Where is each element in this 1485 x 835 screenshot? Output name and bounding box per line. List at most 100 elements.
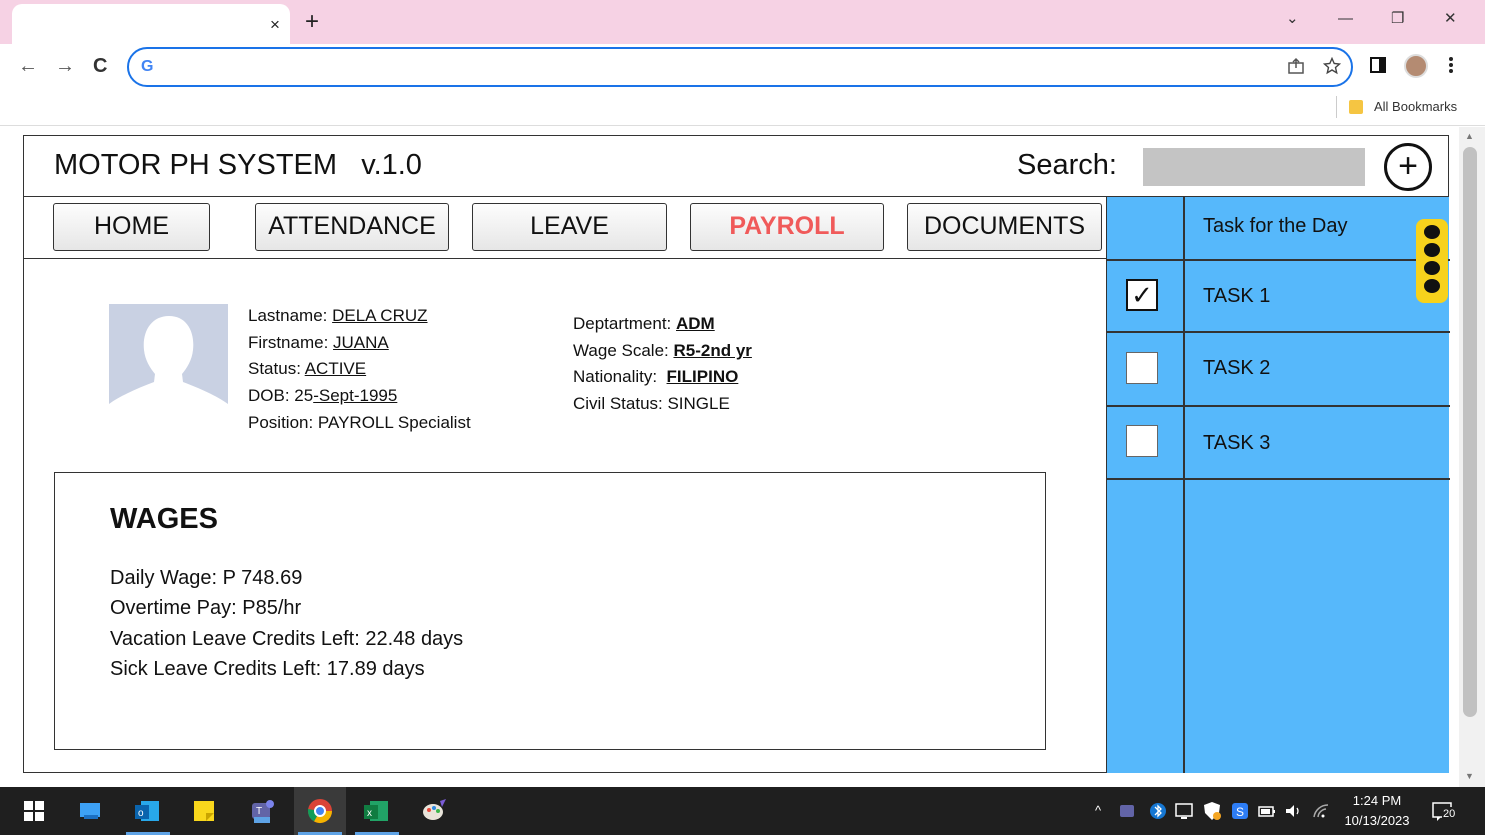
- status-value: ACTIVE: [304, 359, 367, 379]
- battery-icon[interactable]: [1257, 801, 1277, 821]
- task-3-checkbox[interactable]: [1126, 425, 1158, 457]
- clock-date: 10/13/2023: [1344, 813, 1410, 828]
- nav-documents-button[interactable]: DOCUMENTS: [907, 203, 1102, 251]
- browser-tab-strip: × + ⌄ — ❐ ✕: [0, 0, 1485, 44]
- app-header: MOTOR PH SYSTEM v.1.0 Search: +: [23, 135, 1449, 197]
- nav-attendance-button[interactable]: ATTENDANCE: [255, 203, 449, 251]
- task-menu-icon[interactable]: [1416, 219, 1448, 303]
- file-explorer-icon[interactable]: [76, 797, 104, 825]
- scroll-up-icon[interactable]: ▲: [1465, 131, 1474, 141]
- employment-info: Deptartment: ADM Wage Scale: R5-2nd yr N…: [573, 311, 752, 418]
- task-row-divider: [1107, 405, 1450, 407]
- show-hidden-icons[interactable]: ^: [1095, 803, 1101, 818]
- dob-label: DOB: 25: [248, 386, 314, 406]
- tab-search-icon[interactable]: ⌄: [1286, 8, 1299, 30]
- reload-button[interactable]: C: [93, 54, 107, 78]
- page-scrollbar[interactable]: ▲ ▼: [1459, 127, 1485, 787]
- dob-value: -Sept-1995: [313, 386, 398, 406]
- bookmarks-bar: All Bookmarks: [0, 90, 1485, 126]
- svg-text:T: T: [256, 806, 262, 817]
- position-text: Position: PAYROLL Specialist: [248, 412, 471, 432]
- volume-icon[interactable]: [1283, 801, 1303, 821]
- task-panel: Task for the Day ✓ TASK 1 TASK 2 TASK 3: [1106, 197, 1450, 773]
- svg-text:o: o: [138, 808, 144, 819]
- security-shield-icon[interactable]: [1202, 801, 1222, 821]
- paint-icon[interactable]: [420, 797, 448, 825]
- task-row-divider: [1107, 478, 1450, 480]
- scroll-down-icon[interactable]: ▼: [1465, 771, 1474, 781]
- nav-home-button[interactable]: HOME: [53, 203, 210, 251]
- task-3-label: TASK 3: [1203, 432, 1271, 454]
- daily-wage: Daily Wage: P 748.69: [110, 567, 303, 589]
- department-label: Deptartment:: [573, 314, 676, 333]
- svg-text:x: x: [367, 808, 372, 819]
- department-value: ADM: [676, 314, 715, 333]
- side-panel-icon[interactable]: [1370, 56, 1386, 78]
- windows-taskbar: o T x ^ S 1:24 PM 10/13/2023 20: [0, 787, 1485, 835]
- task-column-divider: [1183, 197, 1185, 773]
- minimize-button[interactable]: —: [1338, 8, 1353, 30]
- search-input[interactable]: [1143, 148, 1365, 186]
- civil-status-text: Civil Status: SINGLE: [573, 394, 730, 414]
- chrome-icon[interactable]: [306, 797, 334, 825]
- task-1-label: TASK 1: [1203, 285, 1271, 307]
- task-2-checkbox[interactable]: [1126, 352, 1158, 384]
- browser-tab[interactable]: ×: [12, 4, 290, 44]
- outlook-icon[interactable]: o: [133, 797, 161, 825]
- sick-leave-credits: Sick Leave Credits Left: 17.89 days: [110, 658, 425, 680]
- task-2-label: TASK 2: [1203, 357, 1271, 379]
- nav-payroll-button[interactable]: PAYROLL: [690, 203, 884, 251]
- address-bar[interactable]: G: [127, 47, 1353, 87]
- scroll-thumb[interactable]: [1463, 147, 1477, 717]
- new-tab-button[interactable]: +: [305, 8, 319, 36]
- task-row-divider: [1107, 331, 1450, 333]
- task-1-checkbox[interactable]: ✓: [1126, 279, 1158, 311]
- app-title: MOTOR PH SYSTEM v.1.0: [54, 149, 422, 181]
- employee-photo: [109, 304, 228, 414]
- nationality-value: FILIPINO: [666, 367, 739, 387]
- sync-tray-icon[interactable]: S: [1230, 801, 1250, 821]
- google-icon: G: [141, 58, 154, 75]
- wages-card: WAGES Daily Wage: P 748.69 Overtime Pay:…: [54, 472, 1046, 750]
- menu-kebab-icon[interactable]: [1448, 56, 1454, 79]
- display-tray-icon[interactable]: [1174, 801, 1194, 821]
- vacation-leave-credits: Vacation Leave Credits Left: 22.48 days: [110, 628, 464, 650]
- personal-info: Lastname: DELA CRUZ Firstname: JUANA Sta…: [248, 303, 471, 437]
- bluetooth-icon[interactable]: [1148, 801, 1168, 821]
- status-label: Status:: [248, 359, 305, 379]
- nav-bar: HOME ATTENDANCE LEAVE PAYROLL DOCUMENTS: [24, 197, 1107, 259]
- wifi-icon[interactable]: [1311, 801, 1331, 821]
- share-icon[interactable]: [1287, 57, 1305, 79]
- notification-count: 20: [1442, 807, 1457, 821]
- firstname-value: JUANA: [333, 332, 389, 352]
- excel-icon[interactable]: x: [362, 797, 390, 825]
- main-panel: HOME ATTENDANCE LEAVE PAYROLL DOCUMENTS …: [23, 197, 1107, 773]
- bookmarks-divider: [1336, 96, 1337, 118]
- nav-leave-button[interactable]: LEAVE: [472, 203, 667, 251]
- svg-text:S: S: [1236, 805, 1244, 819]
- page-content: MOTOR PH SYSTEM v.1.0 Search: + HOME ATT…: [0, 127, 1485, 787]
- all-bookmarks-link[interactable]: All Bookmarks: [1374, 99, 1457, 114]
- system-clock[interactable]: 1:24 PM 10/13/2023: [1340, 791, 1414, 831]
- teams-tray-icon[interactable]: [1118, 801, 1138, 821]
- tab-close-icon[interactable]: ×: [270, 14, 280, 36]
- wage-scale-label: Wage Scale:: [573, 340, 674, 360]
- sticky-notes-icon[interactable]: [190, 797, 218, 825]
- teams-icon[interactable]: T: [248, 797, 276, 825]
- nationality-label: Nationality:: [573, 367, 667, 387]
- restore-button[interactable]: ❐: [1391, 8, 1404, 30]
- task-header: Task for the Day: [1203, 215, 1348, 237]
- add-button[interactable]: +: [1384, 143, 1432, 191]
- close-window-button[interactable]: ✕: [1444, 8, 1457, 30]
- profile-avatar[interactable]: [1404, 54, 1428, 78]
- forward-button[interactable]: →: [55, 54, 75, 78]
- browser-toolbar: ← → C G: [0, 44, 1485, 90]
- folder-icon: [1349, 100, 1363, 114]
- bookmark-star-icon[interactable]: [1322, 56, 1342, 79]
- wage-scale-value: R5-2nd yr: [673, 340, 752, 360]
- back-button[interactable]: ←: [18, 54, 38, 78]
- notification-center-icon[interactable]: 20: [1430, 799, 1458, 825]
- lastname-value: DELA CRUZ: [332, 306, 428, 325]
- windows-start-icon[interactable]: [20, 797, 48, 825]
- task-row-divider: [1107, 259, 1450, 261]
